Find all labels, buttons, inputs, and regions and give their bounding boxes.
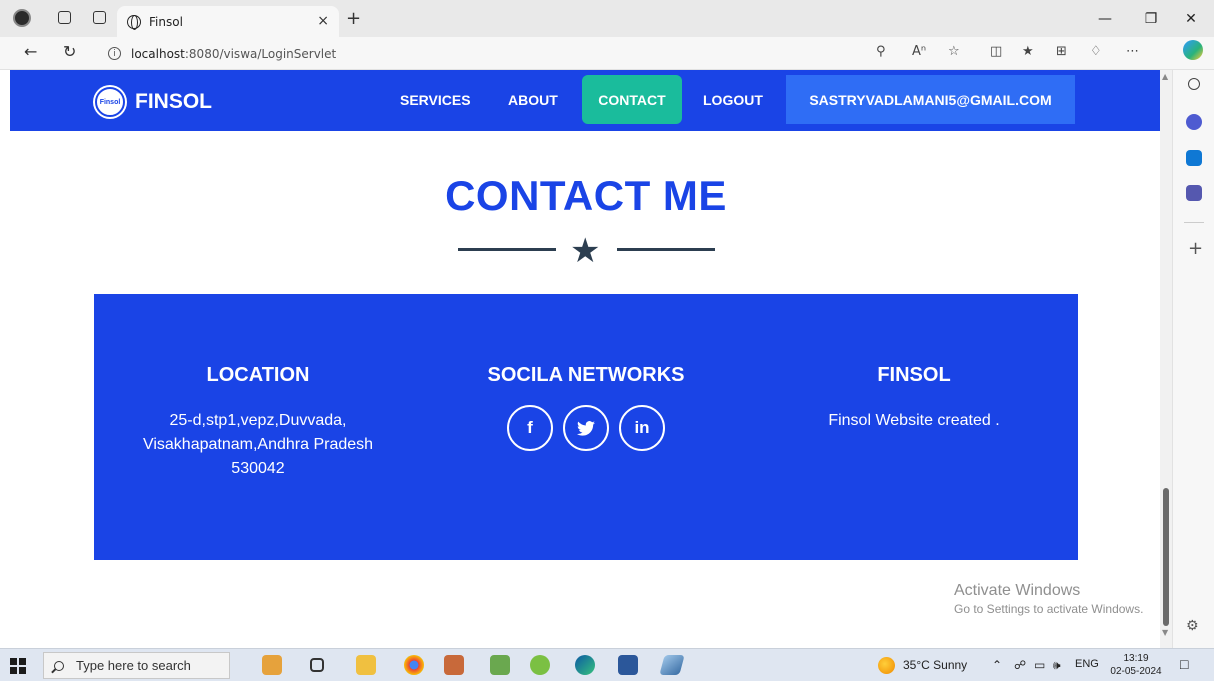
brand[interactable]: Finsol FINSOL: [95, 87, 212, 117]
about-heading: FINSOL: [877, 364, 951, 386]
key-icon[interactable]: ⚲: [876, 44, 886, 59]
url-host: localhost: [131, 46, 185, 61]
tray-chevron-icon[interactable]: ⌃: [992, 658, 1002, 672]
edge-icon[interactable]: [575, 655, 595, 675]
app-icon-2[interactable]: [659, 655, 685, 675]
weather-text[interactable]: 35°C Sunny: [903, 658, 967, 672]
file-explorer-icon[interactable]: [356, 655, 376, 675]
social-links: f in: [446, 405, 726, 451]
back-icon[interactable]: ←: [24, 42, 37, 61]
windows-start-icon[interactable]: [10, 658, 26, 674]
copilot-icon[interactable]: [1183, 40, 1203, 60]
divider-line-left: [458, 248, 556, 251]
shopping-icon[interactable]: [1186, 114, 1202, 130]
section-title: CONTACT ME: [445, 172, 727, 219]
address-line-1: 25-d,stp1,vepz,Duvvada,: [169, 412, 347, 429]
nav-logout-link[interactable]: LOGOUT: [703, 75, 763, 124]
url-input[interactable]: i localhost:8080/viswa/LoginServlet: [98, 41, 858, 66]
browser-tab-bar: Finsol × + — ❐ ✕: [0, 0, 1214, 37]
new-tab-button[interactable]: +: [346, 8, 361, 29]
brand-logo: Finsol: [95, 87, 125, 117]
url-path: :8080/viswa/LoginServlet: [184, 46, 337, 61]
tab-finsol[interactable]: Finsol ×: [117, 6, 339, 37]
weather-icon[interactable]: [878, 657, 895, 674]
site-info-icon[interactable]: i: [108, 47, 121, 60]
volume-icon[interactable]: 🕪: [1053, 658, 1061, 673]
taskbar-search-placeholder: Type here to search: [76, 658, 191, 673]
tab-title: Finsol: [149, 14, 183, 29]
notification-icon[interactable]: □: [1180, 656, 1188, 672]
spring-tool-icon[interactable]: [530, 655, 550, 675]
favorites-icon[interactable]: ★: [1022, 44, 1034, 59]
collections-icon[interactable]: ⊞: [1056, 44, 1067, 59]
edge-sidebar: + ⚙: [1172, 70, 1214, 648]
contact-footer: LOCATION 25-d,stp1,vepz,Duvvada, Visakha…: [94, 294, 1078, 560]
refresh-icon[interactable]: ↻: [63, 42, 76, 61]
activate-windows-watermark: Activate Windows Go to Settings to activ…: [954, 582, 1143, 616]
teams-icon[interactable]: [1186, 185, 1202, 201]
nav-about-link[interactable]: ABOUT: [508, 75, 558, 124]
location-column: LOCATION 25-d,stp1,vepz,Duvvada, Visakha…: [126, 364, 390, 481]
windows-taskbar: Type here to search 35°C Sunny ⌃ ☍ ▭ 🕪 E…: [0, 648, 1214, 681]
teams-taskbar-icon[interactable]: [444, 655, 464, 675]
address-line-2: Visakhapatnam,Andhra Pradesh: [142, 436, 374, 453]
search-icon: [54, 660, 64, 671]
add-sidebar-app-icon[interactable]: +: [1188, 238, 1203, 259]
nav-email-link[interactable]: SASTRYVADLAMANI5@GMAIL.COM: [786, 75, 1075, 124]
globe-icon: [127, 14, 141, 30]
divider-line-right: [617, 248, 715, 251]
workspaces-icon[interactable]: [58, 11, 71, 24]
clock[interactable]: 13:19 02-05-2024: [1108, 652, 1164, 678]
app-icon[interactable]: [490, 655, 510, 675]
social-column: SOCILA NETWORKS f in: [446, 364, 726, 451]
language-indicator[interactable]: ENG: [1075, 658, 1099, 670]
address-bar-row: ← ↻ i localhost:8080/viswa/LoginServlet …: [0, 37, 1214, 70]
nav-contact-link[interactable]: CONTACT: [582, 75, 682, 124]
about-text: Finsol Website created .: [828, 412, 1000, 429]
location-heading: LOCATION: [206, 364, 310, 386]
outlook-icon[interactable]: [1186, 150, 1202, 166]
activate-line-1: Activate Windows: [954, 582, 1081, 599]
taskbar-search-input[interactable]: Type here to search: [43, 652, 230, 679]
star-icon: ★: [570, 231, 601, 271]
network-tray-icon[interactable]: ☍: [1014, 658, 1026, 672]
close-tab-icon[interactable]: ×: [317, 13, 329, 29]
sidebar-settings-icon[interactable]: ⚙: [1186, 618, 1199, 634]
word-icon[interactable]: [618, 655, 638, 675]
search-icon[interactable]: [1188, 78, 1200, 90]
page-scrollbar[interactable]: ▲ ▼: [1160, 70, 1172, 648]
display-tray-icon[interactable]: ▭: [1034, 658, 1045, 672]
social-heading: SOCILA NETWORKS: [487, 364, 685, 386]
chrome-icon[interactable]: [404, 655, 424, 675]
minimize-button[interactable]: —: [1082, 0, 1128, 37]
scrollbar-thumb[interactable]: [1163, 488, 1169, 626]
clock-time: 13:19: [1123, 653, 1149, 664]
address-line-3: 530042: [231, 460, 285, 477]
site-navbar: Finsol FINSOL SERVICES ABOUT CONTACT LOG…: [10, 70, 1160, 131]
sidebar-divider: [1184, 222, 1204, 223]
tab-actions-icon[interactable]: [93, 11, 106, 24]
read-aloud-icon[interactable]: Aⁿ: [912, 44, 926, 59]
briefcase-app-icon[interactable]: [262, 655, 282, 675]
clock-date: 02-05-2024: [1110, 666, 1162, 677]
page-viewport: Finsol FINSOL SERVICES ABOUT CONTACT LOG…: [0, 70, 1172, 648]
profile-avatar[interactable]: [13, 9, 31, 27]
scroll-down-icon[interactable]: ▼: [1162, 628, 1168, 637]
split-screen-icon[interactable]: ◫: [990, 44, 1002, 59]
more-menu-icon[interactable]: ⋯: [1126, 44, 1139, 59]
nav-services-link[interactable]: SERVICES: [400, 75, 471, 124]
extensions-icon[interactable]: ♢: [1090, 44, 1102, 59]
linkedin-icon[interactable]: in: [619, 405, 665, 451]
task-view-icon[interactable]: [310, 658, 324, 672]
scroll-up-icon[interactable]: ▲: [1162, 72, 1168, 81]
about-column: FINSOL Finsol Website created .: [794, 364, 1034, 433]
twitter-icon[interactable]: [563, 405, 609, 451]
facebook-icon[interactable]: f: [507, 405, 553, 451]
favorite-star-icon[interactable]: ☆: [948, 44, 960, 59]
brand-name: FINSOL: [135, 90, 212, 113]
close-window-button[interactable]: ✕: [1168, 0, 1214, 37]
activate-line-2: Go to Settings to activate Windows.: [954, 602, 1144, 616]
